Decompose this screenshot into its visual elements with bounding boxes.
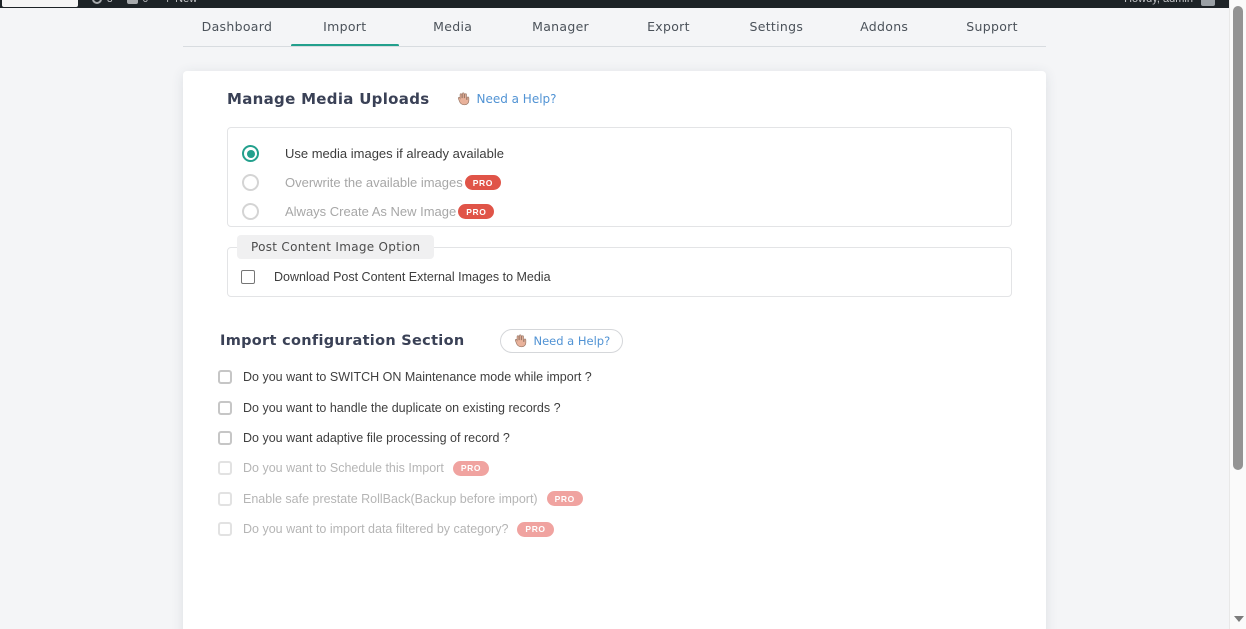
checkbox-label: Do you want to handle the duplicate on e… (243, 401, 561, 415)
comments-count: 0 (143, 0, 149, 5)
tab-list: Dashboard Import Media Manager Export Se… (183, 8, 1046, 47)
radio-selected[interactable] (242, 145, 259, 162)
checkbox-label: Do you want adaptive file processing of … (243, 431, 510, 445)
radio-label: Use media images if already available (285, 146, 504, 161)
tab-manager[interactable]: Manager (507, 8, 615, 47)
radio-label: Always Create As New Image (285, 204, 456, 219)
tab-import-label: Import (323, 19, 366, 34)
media-uploads-title: Manage Media Uploads (227, 90, 429, 108)
import-help-label: Need a Help? (533, 334, 610, 348)
howdy-label[interactable]: Howdy, admin (1124, 0, 1193, 5)
tab-dashboard[interactable]: Dashboard (183, 8, 291, 47)
tab-addons[interactable]: Addons (830, 8, 938, 47)
import-config-header: Import configuration Section Need a Help… (220, 329, 623, 353)
checkbox-row-maintenance[interactable]: Do you want to SWITCH ON Maintenance mod… (218, 362, 592, 392)
checkbox-unchecked[interactable] (241, 270, 255, 284)
scrollbar-down-arrow-icon[interactable] (1234, 616, 1244, 622)
updates-icon[interactable] (92, 0, 102, 4)
radio-label: Overwrite the available images (285, 175, 463, 190)
tab-settings[interactable]: Settings (722, 8, 830, 47)
media-uploads-header: Manage Media Uploads Need a Help? (227, 90, 557, 108)
checkbox-unchecked[interactable] (218, 370, 232, 384)
checkbox-row-rollback[interactable]: Enable safe prestate RollBack(Backup bef… (218, 484, 592, 514)
avatar[interactable] (1201, 0, 1215, 6)
pro-badge: PRO (465, 175, 501, 190)
hand-icon (456, 92, 470, 106)
radio-row-create-new[interactable]: Always Create As New Image PRO (228, 197, 1011, 226)
import-config-title: Import configuration Section (220, 333, 464, 349)
radio-unselected[interactable] (242, 174, 259, 191)
site-name-button[interactable] (2, 0, 78, 7)
checkbox-row-schedule[interactable]: Do you want to Schedule this Import PRO (218, 453, 592, 483)
radio-row-overwrite[interactable]: Overwrite the available images PRO (228, 168, 1011, 197)
scrollbar-thumb[interactable] (1233, 6, 1243, 470)
pro-badge: PRO (458, 204, 494, 219)
import-config-checkbox-list: Do you want to SWITCH ON Maintenance mod… (218, 362, 592, 544)
radio-unselected[interactable] (242, 203, 259, 220)
checkbox-unchecked[interactable] (218, 492, 232, 506)
wp-admin-bar: 3 0 + New Howdy, admin (0, 0, 1229, 8)
checkbox-row-duplicates[interactable]: Do you want to handle the duplicate on e… (218, 392, 592, 422)
tab-support[interactable]: Support (938, 8, 1046, 47)
import-settings-card: Manage Media Uploads Need a Help? Use me… (183, 71, 1046, 629)
checkbox-label: Do you want to import data filtered by c… (243, 522, 508, 536)
tab-media[interactable]: Media (399, 8, 507, 47)
tab-export[interactable]: Export (615, 8, 723, 47)
checkbox-label: Do you want to Schedule this Import (243, 461, 444, 475)
checkbox-unchecked[interactable] (218, 461, 232, 475)
hand-icon (513, 334, 527, 348)
wp-admin-bar-content: 3 0 + New Howdy, admin (0, 0, 1229, 8)
updates-count: 3 (107, 0, 113, 5)
media-options-group: Use media images if already available Ov… (227, 127, 1012, 227)
post-content-option-chip: Post Content Image Option (237, 235, 434, 259)
radio-row-use-media[interactable]: Use media images if already available (228, 139, 1011, 168)
pro-badge: PRO (453, 461, 489, 476)
pro-badge: PRO (517, 522, 553, 537)
plus-icon[interactable]: + (164, 0, 171, 6)
tabbar-divider (183, 46, 1046, 47)
import-help-button[interactable]: Need a Help? (500, 329, 623, 353)
comments-icon[interactable] (127, 0, 138, 4)
checkbox-label: Enable safe prestate RollBack(Backup bef… (243, 492, 538, 506)
checkbox-unchecked[interactable] (218, 431, 232, 445)
checkbox-label: Do you want to SWITCH ON Maintenance mod… (243, 370, 592, 384)
new-menu-item[interactable]: New (175, 0, 197, 5)
media-help-link[interactable]: Need a Help? (456, 92, 556, 106)
page-scrollbar[interactable] (1229, 0, 1246, 629)
checkbox-unchecked[interactable] (218, 522, 232, 536)
download-external-images-row[interactable]: Download Post Content External Images to… (241, 270, 551, 284)
checkbox-unchecked[interactable] (218, 401, 232, 415)
plugin-nav-tabbar: Dashboard Import Media Manager Export Se… (183, 8, 1046, 47)
tab-import[interactable]: Import (291, 8, 399, 47)
checkbox-row-category-filter[interactable]: Do you want to import data filtered by c… (218, 514, 592, 544)
checkbox-row-adaptive[interactable]: Do you want adaptive file processing of … (218, 423, 592, 453)
pro-badge: PRO (547, 491, 583, 506)
checkbox-label: Download Post Content External Images to… (274, 270, 551, 284)
media-help-label: Need a Help? (476, 92, 556, 106)
